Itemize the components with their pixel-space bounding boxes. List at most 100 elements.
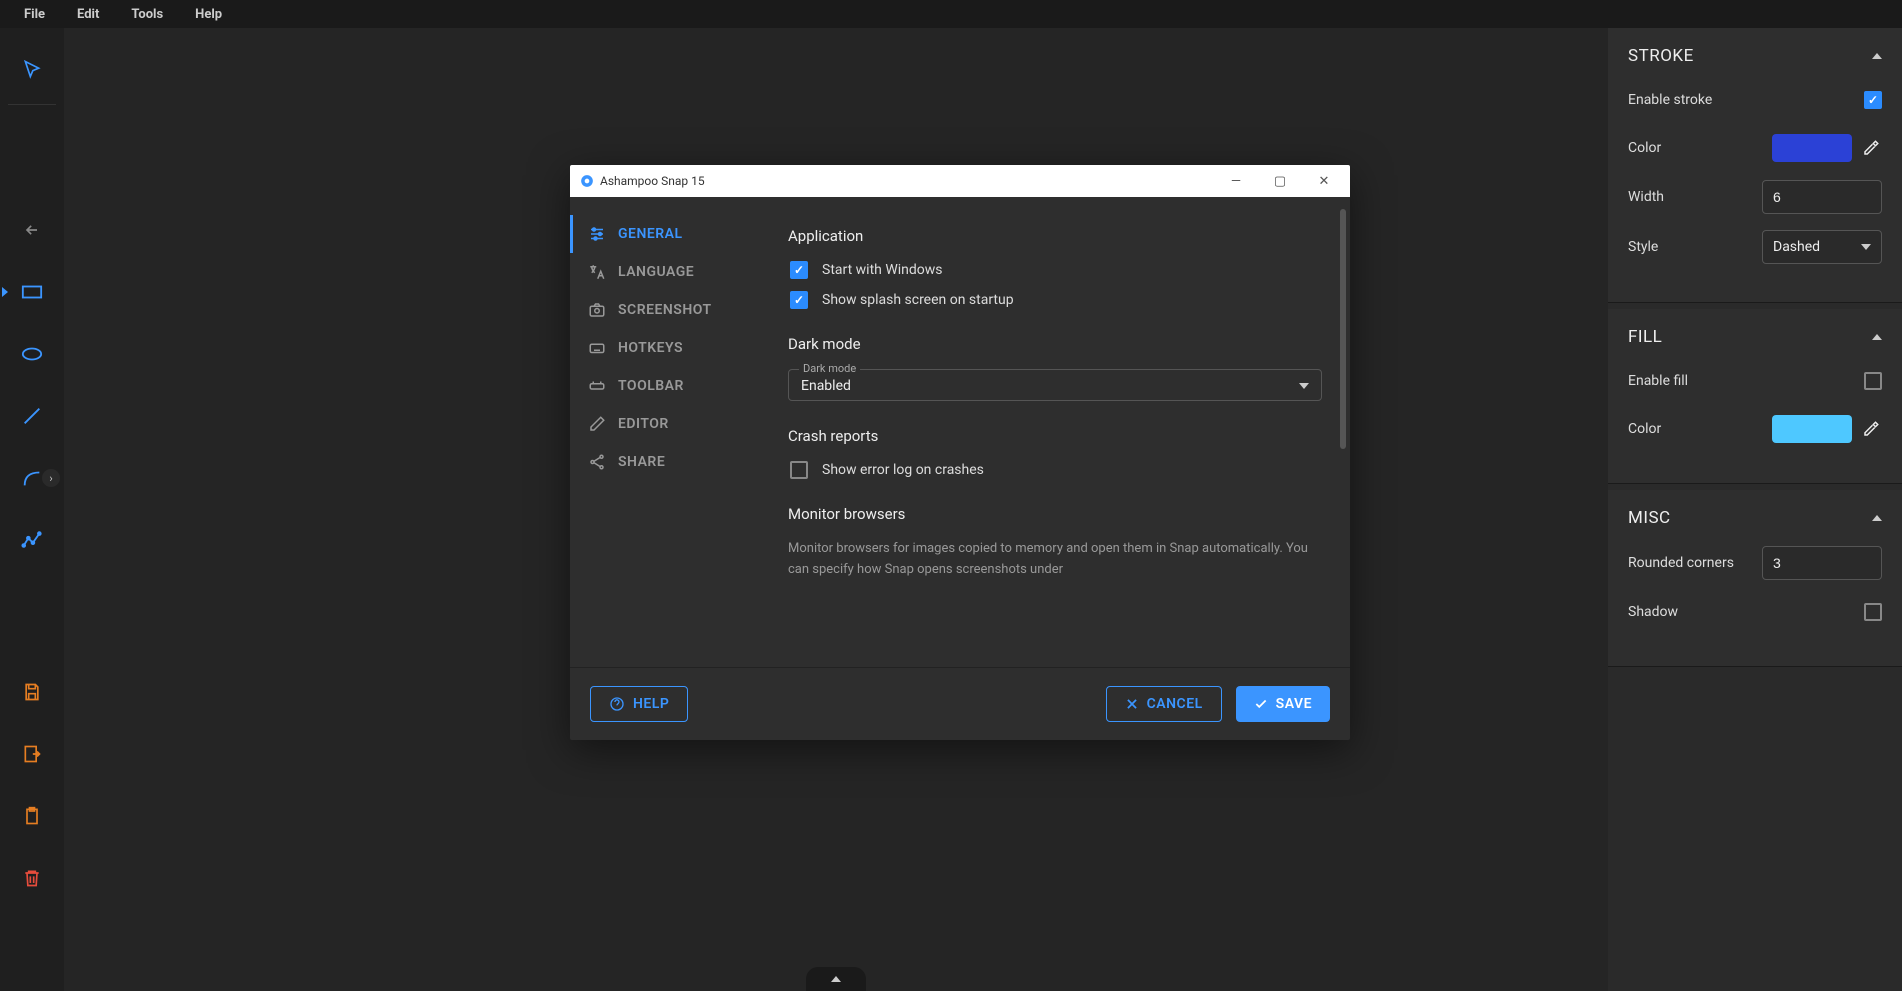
menu-tools[interactable]: Tools xyxy=(115,3,179,26)
nav-language[interactable]: LANGUAGE xyxy=(570,253,780,291)
nav-toolbar[interactable]: TOOLBAR xyxy=(570,367,780,405)
chevron-up-icon xyxy=(831,976,841,982)
nav-editor[interactable]: EDITOR xyxy=(570,405,780,443)
save-button[interactable]: SAVE xyxy=(1236,686,1330,722)
enable-fill-label: Enable fill xyxy=(1628,373,1688,389)
fill-title: FILL xyxy=(1628,327,1662,347)
shadow-checkbox[interactable] xyxy=(1864,603,1882,621)
monitor-desc: Monitor browsers for images copied to me… xyxy=(788,539,1322,581)
stroke-color-swatch[interactable] xyxy=(1772,134,1852,162)
arrow-left-icon xyxy=(21,219,43,241)
menu-edit[interactable]: Edit xyxy=(61,3,115,26)
share-icon xyxy=(588,453,606,471)
dialog-nav: GENERAL LANGUAGE SCREENSHOT HOTKEYS TOOL… xyxy=(570,197,780,667)
minimize-button[interactable]: — xyxy=(1214,165,1258,197)
tool-save[interactable] xyxy=(0,661,64,723)
export-icon xyxy=(21,743,43,765)
keyboard-icon xyxy=(588,339,606,357)
errorlog-label: Show error log on crashes xyxy=(822,462,984,478)
collapse-icon[interactable] xyxy=(1872,515,1882,521)
fill-color-label: Color xyxy=(1628,421,1661,437)
stroke-title: STROKE xyxy=(1628,46,1694,66)
left-toolbar: › xyxy=(0,28,64,991)
nav-share[interactable]: SHARE xyxy=(570,443,780,481)
misc-title: MISC xyxy=(1628,508,1671,528)
stroke-color-label: Color xyxy=(1628,140,1661,156)
cancel-button[interactable]: CANCEL xyxy=(1106,686,1222,722)
rounded-corners-label: Rounded corners xyxy=(1628,555,1734,571)
darkmode-float-label: Dark mode xyxy=(799,362,860,375)
tool-curve[interactable]: › xyxy=(0,447,64,509)
clipboard-icon xyxy=(21,805,43,827)
save-icon xyxy=(21,681,43,703)
dialog-content[interactable]: Application Start with Windows Show spla… xyxy=(780,197,1350,667)
menu-help[interactable]: Help xyxy=(179,3,238,26)
trash-icon xyxy=(21,867,43,889)
enable-stroke-checkbox[interactable] xyxy=(1864,91,1882,109)
active-indicator-icon xyxy=(2,287,8,297)
line-icon xyxy=(21,405,43,427)
rectangle-icon xyxy=(21,281,43,303)
help-label: HELP xyxy=(633,696,669,712)
cursor-icon xyxy=(21,58,43,80)
tool-ellipse[interactable] xyxy=(0,323,64,385)
start-windows-checkbox[interactable] xyxy=(790,261,808,279)
stroke-width-label: Width xyxy=(1628,189,1664,205)
maximize-button[interactable]: ▢ xyxy=(1258,165,1302,197)
chevron-right-icon[interactable]: › xyxy=(42,469,60,487)
tool-select[interactable] xyxy=(0,38,64,100)
monitor-heading: Monitor browsers xyxy=(788,505,1322,523)
cancel-label: CANCEL xyxy=(1147,696,1203,712)
application-heading: Application xyxy=(788,227,1322,245)
nav-general[interactable]: GENERAL xyxy=(570,215,780,253)
app-icon xyxy=(580,174,594,188)
nav-screenshot[interactable]: SCREENSHOT xyxy=(570,291,780,329)
eyedropper-icon[interactable] xyxy=(1862,419,1882,439)
bottom-panel-toggle[interactable] xyxy=(806,967,866,991)
splash-checkbox[interactable] xyxy=(790,291,808,309)
start-windows-label: Start with Windows xyxy=(822,262,943,278)
collapse-icon[interactable] xyxy=(1872,53,1882,59)
nav-label: EDITOR xyxy=(618,416,669,432)
translate-icon xyxy=(588,263,606,281)
menubar: File Edit Tools Help xyxy=(0,0,1902,28)
menu-file[interactable]: File xyxy=(8,3,61,26)
close-icon xyxy=(1125,697,1139,711)
dialog-title: Ashampoo Snap 15 xyxy=(600,174,705,188)
fill-color-swatch[interactable] xyxy=(1772,415,1852,443)
tool-export[interactable] xyxy=(0,723,64,785)
close-button[interactable]: ✕ xyxy=(1302,165,1346,197)
scrollbar[interactable] xyxy=(1340,209,1346,449)
nav-label: HOTKEYS xyxy=(618,340,683,356)
nav-hotkeys[interactable]: HOTKEYS xyxy=(570,329,780,367)
enable-fill-checkbox[interactable] xyxy=(1864,372,1882,390)
darkmode-select[interactable]: Dark mode Enabled xyxy=(788,369,1322,401)
dialog-titlebar[interactable]: Ashampoo Snap 15 — ▢ ✕ xyxy=(570,165,1350,197)
check-icon xyxy=(1254,697,1268,711)
help-icon xyxy=(609,696,625,712)
errorlog-checkbox[interactable] xyxy=(790,461,808,479)
nav-label: SCREENSHOT xyxy=(618,302,712,318)
darkmode-value: Enabled xyxy=(801,378,851,394)
rounded-corners-input[interactable] xyxy=(1762,546,1882,580)
nav-label: GENERAL xyxy=(618,226,683,242)
stroke-style-value: Dashed xyxy=(1773,239,1820,255)
nav-label: TOOLBAR xyxy=(618,378,684,394)
eyedropper-icon[interactable] xyxy=(1862,138,1882,158)
tool-back[interactable] xyxy=(0,199,64,261)
nav-label: LANGUAGE xyxy=(618,264,694,280)
tool-clipboard[interactable] xyxy=(0,785,64,847)
tool-line[interactable] xyxy=(0,385,64,447)
ellipse-icon xyxy=(21,343,43,365)
tool-rectangle[interactable] xyxy=(0,261,64,323)
misc-section: MISC Rounded corners Shadow xyxy=(1608,490,1902,667)
help-button[interactable]: HELP xyxy=(590,686,688,722)
collapse-icon[interactable] xyxy=(1872,334,1882,340)
fill-section: FILL Enable fill Color xyxy=(1608,309,1902,484)
tool-delete[interactable] xyxy=(0,847,64,909)
tool-polyline[interactable] xyxy=(0,509,64,571)
stroke-section: STROKE Enable stroke Color Width xyxy=(1608,28,1902,303)
stroke-width-input[interactable] xyxy=(1762,180,1882,214)
polyline-icon xyxy=(21,529,43,551)
stroke-style-select[interactable]: Dashed xyxy=(1762,230,1882,264)
